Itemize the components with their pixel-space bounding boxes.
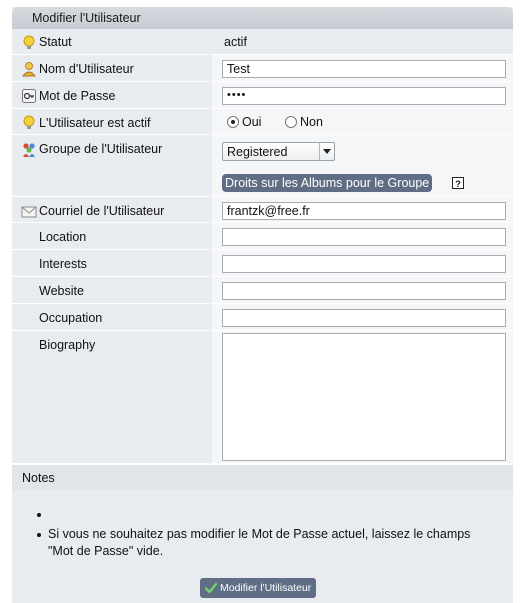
- group-select[interactable]: Registered: [222, 142, 335, 161]
- checkmark-icon: [204, 582, 218, 594]
- location-label: Location: [39, 230, 87, 244]
- interests-field[interactable]: [222, 255, 506, 273]
- password-field[interactable]: ••••: [222, 87, 506, 105]
- notes-title: Notes: [22, 471, 55, 485]
- row-active: L'Utilisateur est actif Oui Non: [12, 109, 513, 135]
- status-value: actif: [224, 35, 247, 49]
- group-album-rights-button[interactable]: Droits sur les Albums pour le Groupe: [222, 174, 433, 192]
- row-occupation: Occupation: [12, 304, 513, 331]
- active-yes-label: Oui: [242, 115, 262, 129]
- group-select-value: Registered: [227, 145, 288, 159]
- note-item: Si vous ne souhaitez pas modifier le Mot…: [37, 526, 478, 560]
- username-label: Nom d'Utilisateur: [39, 62, 134, 76]
- lightbulb-icon: [23, 115, 35, 129]
- row-username: Nom d'Utilisateur Test: [12, 55, 513, 82]
- location-field[interactable]: [222, 228, 506, 246]
- bullet-icon: [37, 513, 41, 517]
- form-title: Modifier l'Utilisateur: [32, 11, 141, 25]
- envelope-icon: [21, 206, 37, 218]
- occupation-field[interactable]: [222, 309, 506, 327]
- active-no-radio[interactable]: [285, 116, 297, 128]
- active-yes-radio[interactable]: [227, 116, 239, 128]
- submit-button[interactable]: Modifier l'Utilisateur: [200, 578, 317, 598]
- row-website: Website: [12, 277, 513, 304]
- active-label: L'Utilisateur est actif: [39, 116, 151, 130]
- active-no-label: Non: [300, 115, 323, 129]
- website-label: Website: [39, 284, 84, 298]
- group-icon: [23, 143, 35, 157]
- bullet-icon: [37, 533, 41, 537]
- edit-user-panel: Modifier l'Utilisateur Statut actif Nom …: [12, 7, 513, 603]
- email-label: Courriel de l'Utilisateur: [39, 204, 165, 218]
- email-field[interactable]: frantzk@free.fr: [222, 202, 506, 220]
- biography-label: Biography: [39, 338, 96, 352]
- group-label: Groupe de l'Utilisateur: [39, 142, 163, 156]
- form-titlebar: Modifier l'Utilisateur: [12, 7, 513, 29]
- key-icon: [22, 89, 36, 103]
- notes-header: Notes: [12, 464, 513, 490]
- biography-textarea[interactable]: [222, 333, 506, 461]
- row-location: Location: [12, 223, 513, 250]
- row-status: Statut actif: [12, 29, 513, 55]
- lightbulb-icon: [23, 35, 35, 49]
- row-group: Groupe de l'Utilisateur Registered Droit…: [12, 135, 513, 197]
- password-label: Mot de Passe: [39, 89, 116, 103]
- help-icon[interactable]: ?: [452, 177, 464, 189]
- occupation-label: Occupation: [39, 311, 103, 325]
- interests-label: Interests: [39, 257, 87, 271]
- row-biography: Biography: [12, 331, 513, 464]
- row-password: Mot de Passe ••••: [12, 82, 513, 109]
- row-interests: Interests: [12, 250, 513, 277]
- row-email: Courriel de l'Utilisateur frantzk@free.f…: [12, 197, 513, 223]
- notes-body: Si vous ne souhaitez pas modifier le Mot…: [12, 490, 513, 570]
- username-field[interactable]: Test: [222, 60, 506, 78]
- user-icon: [21, 62, 37, 77]
- status-label: Statut: [39, 35, 72, 49]
- website-field[interactable]: [222, 282, 506, 300]
- submit-label: Modifier l'Utilisateur: [220, 582, 312, 594]
- chevron-down-icon: [319, 143, 334, 160]
